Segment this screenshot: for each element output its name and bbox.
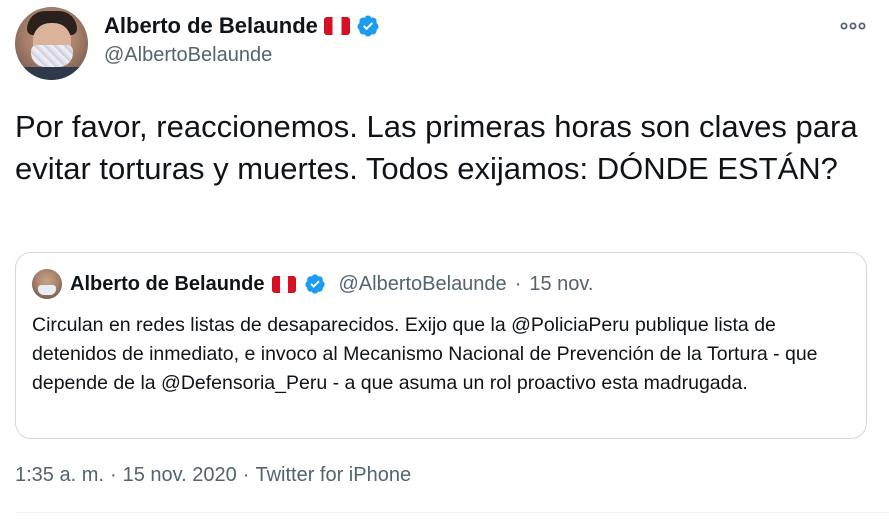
tweet: Alberto de Belaunde @AlbertoBelaunde Por… [0,0,889,519]
peru-flag-icon [323,17,350,35]
quoted-tweet-header: Alberto de Belaunde @AlbertoBelaunde · 1… [32,269,593,299]
meta-separator: · [109,464,117,486]
quoted-author-name: Alberto de Belaunde [70,272,265,295]
more-options-icon[interactable] [838,14,868,38]
meta-separator: · [242,464,250,486]
verified-badge-icon [357,15,379,37]
verified-badge-icon [305,274,326,294]
quoted-tweet[interactable]: Alberto de Belaunde @AlbertoBelaunde · 1… [15,252,867,439]
meta-separator: · [514,272,522,295]
author-name[interactable]: Alberto de Belaunde [104,13,318,39]
peru-flag-icon [272,275,297,293]
author-avatar[interactable] [15,7,88,80]
divider [15,512,889,513]
more-dots-icon [840,22,866,30]
tweet-source[interactable]: Twitter for iPhone [255,464,411,487]
author-handle[interactable]: @AlbertoBelaunde [104,44,272,67]
quoted-tweet-date[interactable]: 15 nov. [529,273,593,296]
tweet-metadata: 1:35 a. m. · 15 nov. 2020 · Twitter for … [15,464,411,487]
tweet-text: Por favor, reaccionemos. Las primeras ho… [15,109,858,186]
quoted-author-avatar [32,269,62,299]
tweet-date[interactable]: 15 nov. 2020 [123,464,237,487]
quoted-tweet-text: Circulan en redes listas de desaparecido… [32,314,818,394]
tweet-time[interactable]: 1:35 a. m. [15,464,104,487]
author-name-row[interactable]: Alberto de Belaunde [104,13,380,39]
quoted-author-handle: @AlbertoBelaunde [338,272,507,295]
